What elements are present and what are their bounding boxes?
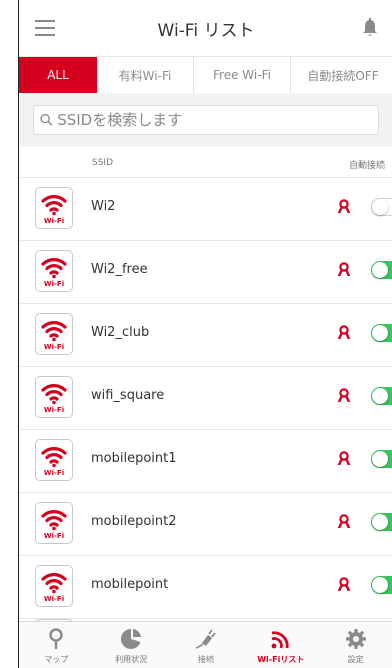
wifi-badge-label: Wi-Fi	[43, 217, 65, 225]
wifi-badge-label: Wi-Fi	[43, 532, 65, 540]
auto-connect-toggle[interactable]	[371, 576, 392, 594]
wifi-signal-icon	[271, 631, 289, 649]
nav-wifi-list[interactable]: Wi-Fiリスト	[243, 622, 318, 668]
page-title: Wi-Fi リスト	[157, 20, 255, 41]
network-ssid: Wi2_free	[91, 262, 148, 277]
auto-connect-toggle[interactable]	[371, 513, 392, 531]
network-row[interactable]: Wi-Fi Wi2	[19, 178, 392, 241]
auto-connect-toggle[interactable]	[371, 387, 392, 405]
network-ssid: Wi2_club	[91, 325, 150, 340]
gear-icon	[345, 629, 366, 649]
wifi-badge-icon: Wi-Fi	[35, 439, 73, 481]
tab-paid-wifi[interactable]: 有料Wi-Fi	[97, 57, 194, 93]
account-icon	[337, 514, 351, 528]
nav-usage[interactable]: 利用状況	[94, 622, 169, 668]
ssid-column-label: SSID	[92, 158, 114, 168]
wifi-badge-icon: Wi-Fi	[35, 502, 73, 544]
nav-settings[interactable]: 設定	[318, 622, 392, 668]
toggle-knob	[372, 262, 388, 278]
auto-connect-column-label: 自動接続	[348, 161, 385, 171]
network-row[interactable]: Wi-Fi mobilepoint1	[19, 430, 392, 493]
wifi-badge-label: Wi-Fi	[43, 406, 65, 414]
wifi-badge-label: Wi-Fi	[43, 343, 65, 351]
wifi-badge-icon: Wi-Fi	[35, 376, 73, 418]
network-ssid: mobilepoint1	[91, 451, 177, 466]
auto-connect-toggle[interactable]	[371, 261, 392, 279]
app-frame: Wi-Fi リスト ALL 有料Wi-Fi Free Wi-Fi 自動接続OFF…	[18, 0, 392, 668]
network-row[interactable]: Wi-Fi mobilepoint	[19, 556, 392, 619]
nav-label-connect: 接続	[197, 655, 214, 664]
bottom-nav: マップ 利用状況 接続 Wi-Fiリスト 設定	[19, 621, 392, 668]
toggle-knob	[372, 577, 388, 593]
wifi-badge-label: Wi-Fi	[43, 469, 65, 477]
wifi-badge-label: Wi-Fi	[43, 280, 65, 288]
wifi-badge-label: Wi-Fi	[43, 595, 65, 603]
nav-connect[interactable]: 接続	[169, 622, 244, 668]
list-column-header: SSID 自動接続	[19, 147, 392, 178]
account-icon	[337, 325, 351, 339]
tab-free-wifi[interactable]: Free Wi-Fi	[194, 57, 291, 93]
usage-pie-icon	[121, 628, 142, 649]
auto-connect-toggle[interactable]	[371, 198, 392, 216]
network-row[interactable]: Wi-Fi mobilepoint2	[19, 493, 392, 556]
nav-label-map: マップ	[44, 655, 69, 664]
account-icon	[337, 577, 351, 591]
wifi-badge-icon: Wi-Fi	[35, 187, 73, 229]
app-header: Wi-Fi リスト	[19, 0, 392, 57]
account-icon	[337, 388, 351, 402]
nav-label-usage: 利用状況	[115, 655, 148, 664]
auto-connect-toggle[interactable]	[371, 450, 392, 468]
wifi-badge-icon: Wi-Fi	[35, 565, 73, 607]
network-row[interactable]: Wi-Fi Wi2_club	[19, 304, 392, 367]
network-ssid: mobilepoint	[91, 577, 169, 592]
tab-all[interactable]: ALL	[19, 57, 97, 93]
toggle-knob	[372, 325, 388, 341]
account-icon	[337, 451, 351, 465]
nav-label-wifi-list: Wi-Fiリスト	[257, 655, 305, 664]
network-ssid: wifi_square	[91, 388, 165, 403]
tab-auto-connect-off[interactable]: 自動接続OFF	[291, 57, 392, 93]
account-icon	[337, 262, 351, 276]
wifi-badge-icon: Wi-Fi	[35, 250, 73, 292]
auto-connect-toggle[interactable]	[371, 324, 392, 342]
wifi-badge-icon: Wi-Fi	[35, 313, 73, 355]
search-box	[33, 105, 379, 135]
network-row[interactable]: Wi-Fi wifi_square	[19, 367, 392, 430]
network-ssid: mobilepoint2	[91, 514, 177, 529]
nav-map[interactable]: マップ	[19, 622, 94, 668]
filter-tabs: ALL 有料Wi-Fi Free Wi-Fi 自動接続OFF	[19, 57, 392, 94]
network-row[interactable]: Wi-Fi Wi2_free	[19, 241, 392, 304]
map-pin-icon	[49, 628, 64, 649]
account-icon	[337, 199, 351, 213]
menu-icon[interactable]	[35, 20, 55, 36]
toggle-knob	[372, 514, 388, 530]
plug-icon	[195, 629, 216, 649]
network-list: Wi-Fi Wi2 Wi-Fi Wi2_free Wi-Fi Wi2_club Wi-Fi w…	[19, 178, 392, 636]
toggle-knob	[372, 199, 388, 215]
nav-label-settings: 設定	[347, 655, 364, 664]
toggle-knob	[372, 388, 388, 404]
search-input[interactable]	[55, 110, 378, 130]
search-icon	[40, 113, 53, 126]
search-area	[19, 93, 392, 147]
toggle-knob	[372, 451, 388, 467]
bell-icon[interactable]	[361, 18, 379, 38]
network-ssid: Wi2	[91, 199, 116, 214]
